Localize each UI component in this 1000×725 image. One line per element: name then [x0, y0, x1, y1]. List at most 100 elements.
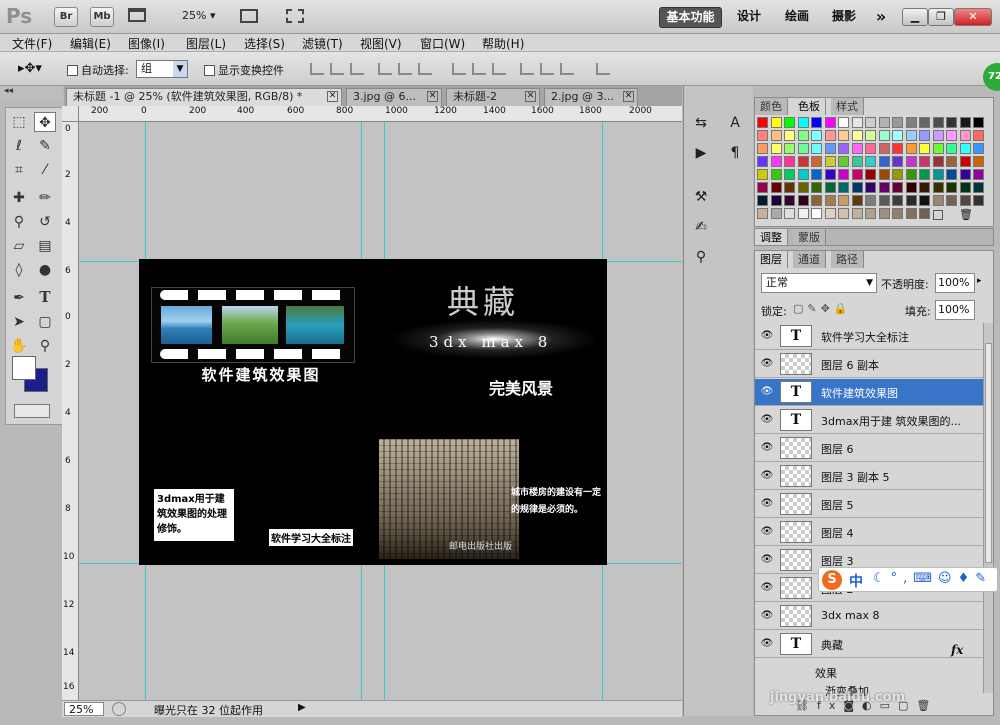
quick-selection-tool-icon[interactable]: ✎ — [34, 136, 56, 156]
color-swatch[interactable] — [946, 182, 957, 193]
history-panel-icon[interactable]: ⇆ — [690, 112, 712, 134]
menu-layer[interactable]: 图层(L) — [186, 35, 226, 52]
color-swatch[interactable] — [770, 130, 782, 141]
color-swatch[interactable] — [973, 143, 984, 154]
color-swatch[interactable] — [865, 182, 876, 193]
document-canvas[interactable]: 软件建筑效果图 3dmax用于建筑效果图的处理修饰。 软件学习大全标注 典藏 3… — [139, 259, 607, 565]
quick-mask-button[interactable] — [14, 404, 50, 418]
zoom-tool-icon[interactable]: ⚲ — [34, 336, 56, 356]
color-swatch[interactable] — [797, 182, 809, 193]
eraser-tool-icon[interactable]: ▱ — [8, 236, 30, 256]
pen-tool-icon[interactable]: ✒ — [8, 288, 30, 308]
minimize-button[interactable]: ▁ — [902, 8, 928, 26]
move-tool-preset-icon[interactable]: ▸✥▾ — [18, 61, 42, 76]
status-zoom-field[interactable]: 25% — [64, 702, 104, 716]
color-swatch[interactable] — [973, 156, 984, 167]
blend-mode-select[interactable]: 正常 ▼ — [761, 273, 877, 293]
color-swatch[interactable] — [973, 130, 984, 141]
shape-tool-icon[interactable]: ▢ — [34, 312, 56, 332]
path-selection-tool-icon[interactable]: ➤ — [8, 312, 30, 332]
color-swatch[interactable] — [932, 195, 944, 206]
color-swatch[interactable] — [959, 143, 971, 154]
color-swatch[interactable] — [797, 195, 809, 206]
visibility-eye-icon[interactable]: 👁 — [759, 554, 775, 566]
color-swatch[interactable] — [905, 195, 917, 206]
eyedropper-tool-icon[interactable]: ⁄ — [34, 160, 56, 180]
color-swatch[interactable] — [851, 169, 863, 180]
color-swatch[interactable] — [811, 117, 822, 128]
color-swatch[interactable] — [946, 117, 957, 128]
color-swatch[interactable] — [838, 130, 849, 141]
color-swatch[interactable] — [919, 117, 930, 128]
visibility-eye-icon[interactable]: 👁 — [759, 498, 775, 510]
color-swatch[interactable] — [824, 130, 836, 141]
color-swatch[interactable] — [784, 143, 795, 154]
visibility-eye-icon[interactable]: 👁 — [759, 638, 775, 650]
ruler-origin[interactable] — [62, 106, 79, 122]
status-info-icon[interactable] — [112, 702, 126, 716]
color-swatch[interactable] — [865, 195, 876, 206]
color-swatch[interactable] — [824, 182, 836, 193]
layer-row[interactable]: 👁 T 软件学习大全标注 — [755, 323, 983, 350]
tab-styles[interactable]: 样式 — [831, 98, 864, 115]
color-swatch[interactable] — [824, 117, 836, 128]
color-swatch[interactable] — [919, 169, 930, 180]
color-swatch[interactable] — [784, 182, 795, 193]
color-swatch[interactable] — [851, 182, 863, 193]
color-swatch[interactable] — [932, 143, 944, 154]
color-swatch[interactable] — [797, 130, 809, 141]
menu-window[interactable]: 窗口(W) — [420, 35, 465, 52]
color-swatch[interactable] — [892, 130, 903, 141]
distribute-left-icon[interactable] — [520, 63, 534, 75]
actions-panel-icon[interactable]: ▶ — [690, 142, 712, 164]
opacity-dropdown-icon[interactable]: ▸ — [977, 276, 982, 286]
lasso-tool-icon[interactable]: ℓ — [8, 136, 30, 156]
align-right-icon[interactable] — [418, 63, 432, 75]
arrange-documents-button[interactable] — [240, 9, 270, 25]
color-swatch[interactable] — [959, 130, 971, 141]
color-swatch[interactable] — [892, 195, 903, 206]
color-swatch[interactable] — [851, 143, 863, 154]
color-swatch[interactable] — [865, 208, 876, 219]
type-tool-icon[interactable]: T — [34, 288, 56, 308]
align-left-icon[interactable] — [378, 63, 392, 75]
color-swatch[interactable] — [811, 130, 822, 141]
color-swatch[interactable] — [851, 117, 863, 128]
color-swatch[interactable] — [905, 156, 917, 167]
visibility-eye-icon[interactable]: 👁 — [759, 582, 775, 594]
tab-close-icon[interactable]: ✕ — [427, 91, 438, 102]
color-swatch[interactable] — [878, 208, 890, 219]
color-swatch[interactable] — [770, 195, 782, 206]
ime-language-toggle[interactable]: 中 — [849, 571, 863, 591]
workspace-photography[interactable]: 摄影 — [828, 7, 860, 28]
tab-channels[interactable]: 通道 — [793, 251, 826, 268]
tab-layers[interactable]: 图层 — [755, 251, 788, 268]
color-swatch[interactable] — [865, 143, 876, 154]
visibility-eye-icon[interactable]: 👁 — [759, 386, 775, 398]
color-swatch[interactable] — [784, 156, 795, 167]
brush-tool-icon[interactable]: ✏ — [34, 188, 56, 208]
color-swatch[interactable] — [851, 195, 863, 206]
fill-field[interactable]: 100% — [935, 300, 975, 320]
visibility-eye-icon[interactable]: 👁 — [759, 330, 775, 342]
color-swatch[interactable] — [824, 156, 836, 167]
color-swatch[interactable] — [946, 143, 957, 154]
color-swatch[interactable] — [811, 143, 822, 154]
status-menu-arrow-icon[interactable]: ▶ — [298, 702, 306, 713]
toolbox-collapse-icon[interactable]: ◂◂ — [0, 86, 62, 100]
color-swatch[interactable] — [932, 156, 944, 167]
color-swatch[interactable] — [892, 156, 903, 167]
color-swatch[interactable] — [946, 169, 957, 180]
color-swatch[interactable] — [919, 130, 930, 141]
color-swatch[interactable] — [757, 117, 768, 128]
color-swatch[interactable] — [959, 169, 971, 180]
color-swatch[interactable] — [757, 195, 768, 206]
marquee-tool-icon[interactable]: ⬚ — [8, 112, 30, 132]
color-swatch[interactable] — [838, 208, 849, 219]
color-swatch[interactable] — [919, 182, 930, 193]
color-swatch[interactable] — [946, 130, 957, 141]
workspace-essentials[interactable]: 基本功能 — [659, 7, 722, 28]
menu-help[interactable]: 帮助(H) — [482, 35, 524, 52]
workspace-painting[interactable]: 绘画 — [781, 7, 813, 28]
color-swatch[interactable] — [892, 143, 903, 154]
